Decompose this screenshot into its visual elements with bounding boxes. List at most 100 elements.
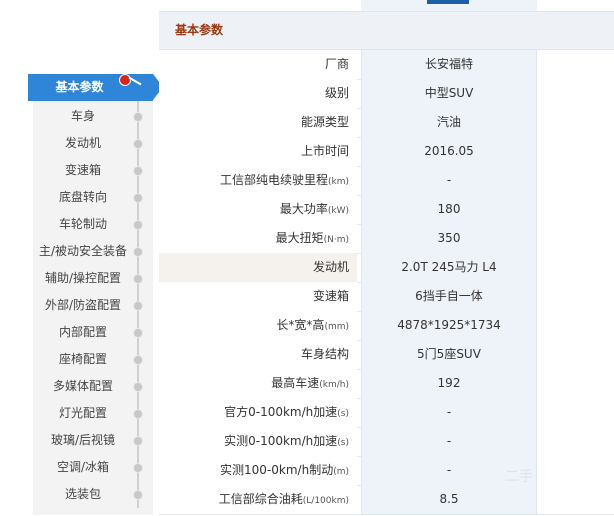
nav-item[interactable]: 外部/防盗配置 [33, 292, 133, 319]
row-label-text: 最高车速 [271, 376, 320, 390]
row-empty-cell [537, 282, 614, 311]
row-value: 2.0T 245马力 L4 [361, 253, 537, 282]
row-empty-cell [537, 456, 614, 485]
nav-dot-icon [133, 166, 143, 176]
row-empty-cell [537, 369, 614, 398]
nav-item[interactable]: 底盘转向 [33, 184, 133, 211]
row-empty-cell [537, 485, 614, 514]
nav-item[interactable]: 主/被动安全装备 [33, 238, 133, 265]
nav-item[interactable]: 辅助/操控配置 [33, 265, 133, 292]
table-row: 实测0-100km/h加速(s) - [159, 427, 614, 457]
row-value: 192 [361, 369, 537, 398]
row-label: 工信部纯电续驶里程(km) [159, 166, 357, 195]
row-label-text: 车身结构 [300, 347, 349, 361]
row-empty-cell [537, 340, 614, 369]
nav-item[interactable]: 内部配置 [33, 319, 133, 346]
row-empty-cell [537, 398, 614, 427]
row-label: 实测100-0km/h制动(m) [159, 456, 357, 485]
row-label-text: 工信部综合油耗 [218, 492, 303, 506]
row-value: 350 [361, 224, 537, 253]
nav-dot-icon [133, 220, 143, 230]
nav-dot-icon [133, 139, 143, 149]
row-value: 180 [361, 195, 537, 224]
row-label: 上市时间 [159, 137, 357, 166]
row-label: 发动机 [159, 253, 357, 282]
nav-dot-icon [133, 463, 143, 473]
row-value: - [361, 166, 537, 195]
nav-item[interactable]: 玻璃/后视镜 [33, 427, 133, 454]
row-label: 级别 [159, 79, 357, 108]
row-unit: (km) [327, 177, 349, 187]
table-row: 实测100-0km/h制动(m) - [159, 456, 614, 486]
row-empty-cell [537, 166, 614, 195]
nav-item[interactable]: 座椅配置 [33, 346, 133, 373]
table-row: 级别 中型SUV [159, 79, 614, 109]
row-value: 长安福特 [361, 50, 537, 79]
row-label: 最大功率(kW) [159, 195, 357, 224]
row-empty-cell [537, 224, 614, 253]
nav-dot-icon [133, 274, 143, 284]
nav-dot-icon [133, 382, 143, 392]
row-label-text: 实测100-0km/h制动 [220, 463, 334, 477]
row-value: 2016.05 [361, 137, 537, 166]
row-label-text: 厂商 [324, 57, 349, 71]
nav-item[interactable]: 选装包 [33, 481, 133, 508]
nav-dot-icon [133, 490, 143, 500]
row-empty-cell [537, 50, 614, 79]
row-empty-cell [537, 311, 614, 340]
table-row: 车身结构 5门5座SUV [159, 340, 614, 370]
row-label: 官方0-100km/h加速(s) [159, 398, 357, 427]
row-unit: (L/100km) [302, 496, 349, 506]
row-label-text: 工信部纯电续驶里程 [219, 173, 328, 187]
row-label-text: 变速箱 [312, 289, 349, 303]
row-label: 厂商 [159, 50, 357, 79]
nav-dot-icon [133, 436, 143, 446]
table-row: 厂商 长安福特 [159, 50, 614, 80]
table-row: 长*宽*高(mm) 4878*1925*1734 [159, 311, 614, 341]
table-row: 上市时间 2016.05 [159, 137, 614, 167]
row-empty-cell [537, 195, 614, 224]
row-unit: (kW) [327, 206, 349, 216]
model-badge[interactable] [427, 0, 469, 4]
row-label-text: 级别 [324, 86, 349, 100]
row-value: - [361, 427, 537, 456]
nav-dot-icon [133, 301, 143, 311]
row-value: - [361, 398, 537, 427]
nav-dot-icon [133, 355, 143, 365]
row-label: 变速箱 [159, 282, 357, 311]
column-header-strip [159, 0, 614, 12]
row-label-text: 上市时间 [300, 144, 349, 158]
nav-active-label: 基本参数 [28, 74, 153, 101]
row-label-text: 最大扭矩 [275, 231, 324, 245]
row-label-text: 长*宽*高 [276, 318, 325, 332]
nav-item-basic-params[interactable]: 基本参数 [28, 74, 163, 101]
row-unit: (km/h) [319, 380, 349, 390]
section-title: 基本参数 [175, 23, 224, 37]
row-value: 8.5 [361, 485, 537, 514]
nav-dot-icon [133, 247, 143, 257]
row-label-text: 实测0-100km/h加速 [224, 434, 338, 448]
table-row: 工信部纯电续驶里程(km) - [159, 166, 614, 196]
nav-item[interactable]: 多媒体配置 [33, 373, 133, 400]
table-row: 最大扭矩(N·m) 350 [159, 224, 614, 254]
row-unit: (s) [337, 409, 349, 419]
row-label-text: 发动机 [312, 260, 349, 274]
row-label: 最大扭矩(N·m) [159, 224, 357, 253]
row-label: 最高车速(km/h) [159, 369, 357, 398]
nav-item[interactable]: 发动机 [33, 130, 133, 157]
nav-item[interactable]: 灯光配置 [33, 400, 133, 427]
row-value: 5门5座SUV [361, 340, 537, 369]
row-value: 6挡手自一体 [361, 282, 537, 311]
table-row: 官方0-100km/h加速(s) - [159, 398, 614, 428]
row-value: 中型SUV [361, 79, 537, 108]
nav-item[interactable]: 变速箱 [33, 157, 133, 184]
nav-item[interactable]: 车身 [33, 103, 133, 130]
nav-item[interactable]: 空调/冰箱 [33, 454, 133, 481]
row-label: 长*宽*高(mm) [159, 311, 357, 340]
row-unit: (N·m) [323, 235, 349, 245]
row-label-text: 能源类型 [300, 115, 349, 129]
nav-item[interactable]: 车轮制动 [33, 211, 133, 238]
nav-dot-icon [133, 193, 143, 203]
row-label: 实测0-100km/h加速(s) [159, 427, 357, 456]
table-row: 工信部综合油耗(L/100km) 8.5 [159, 485, 614, 515]
